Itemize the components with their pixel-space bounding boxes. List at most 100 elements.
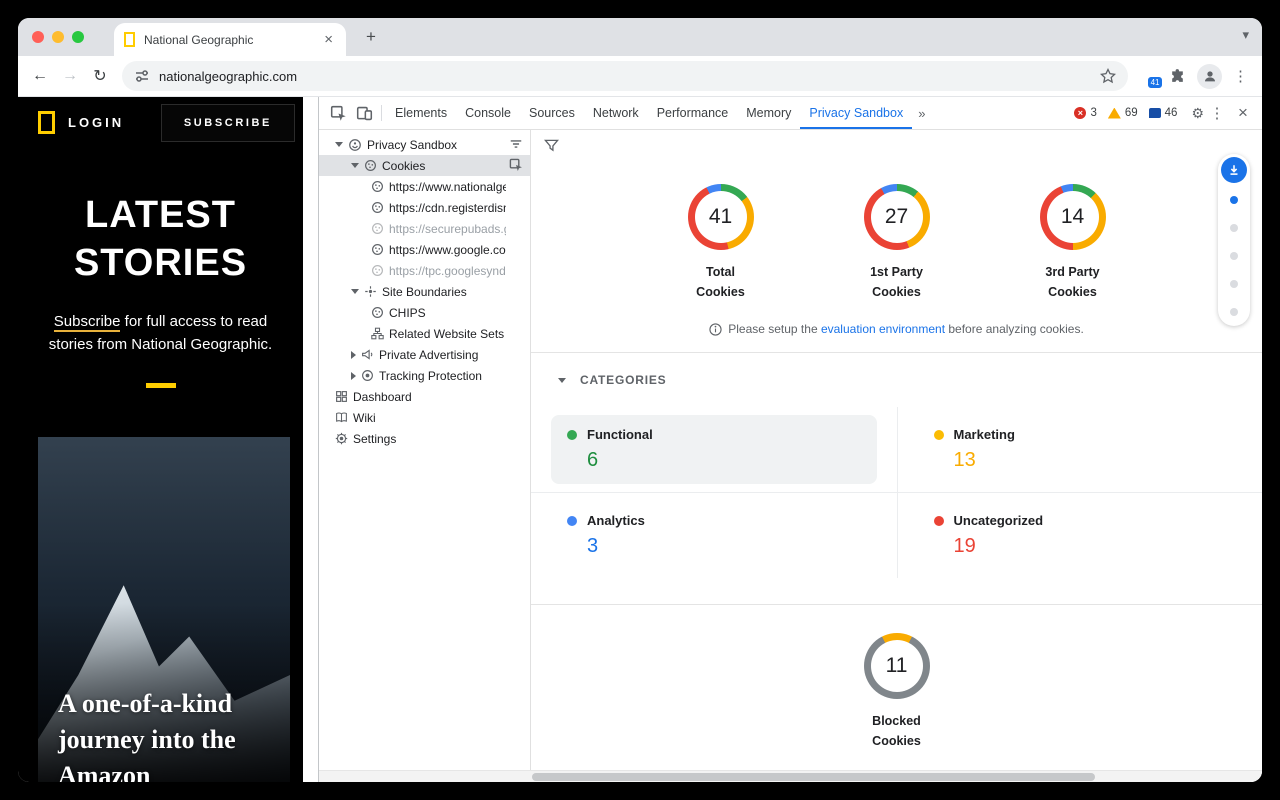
download-icon xyxy=(1227,163,1241,177)
url-bar[interactable]: nationalgeographic.com xyxy=(122,61,1128,91)
third-party-cookies-donut: 14 xyxy=(1040,184,1106,250)
tree-item-settings[interactable]: Settings xyxy=(319,428,530,449)
devtools-close-icon[interactable]: × xyxy=(1230,100,1256,126)
warnings-badge[interactable]: 69 xyxy=(1108,107,1138,119)
expand-arrow-icon[interactable] xyxy=(335,142,343,147)
evaluation-environment-link[interactable]: evaluation environment xyxy=(821,322,945,336)
natgeo-logo-icon[interactable] xyxy=(38,111,55,134)
category-analytics[interactable]: Analytics 3 xyxy=(531,493,897,578)
forward-button[interactable]: → xyxy=(56,62,84,90)
floating-nav xyxy=(1218,154,1250,326)
tree-item-url[interactable]: https://www.google.com xyxy=(319,239,530,260)
tree-item-url[interactable]: https://tpc.googlesyndic xyxy=(319,260,530,281)
devtools-menu-icon[interactable]: ⋮ xyxy=(1204,100,1230,126)
tab-search-chevron-icon[interactable]: ▾ xyxy=(1242,27,1249,43)
back-button[interactable]: ← xyxy=(26,62,54,90)
tree-item-dashboard[interactable]: Dashboard xyxy=(319,386,530,407)
minimize-window-button[interactable] xyxy=(52,31,64,43)
subscribe-button[interactable]: SUBSCRIBE xyxy=(161,104,295,142)
expand-arrow-icon[interactable] xyxy=(351,289,359,294)
cookie-icon xyxy=(371,222,384,235)
tab-close-icon[interactable]: × xyxy=(321,31,336,48)
tab-sources[interactable]: Sources xyxy=(520,97,584,129)
tracking-protection-icon xyxy=(361,369,374,382)
errors-badge[interactable]: × 3 xyxy=(1074,107,1096,119)
close-window-button[interactable] xyxy=(32,31,44,43)
tab-memory[interactable]: Memory xyxy=(737,97,800,129)
categories-section-header[interactable]: CATEGORIES xyxy=(531,353,1262,407)
section-dot[interactable] xyxy=(1230,252,1238,260)
extensions-puzzle-icon[interactable] xyxy=(1169,68,1186,85)
category-uncategorized[interactable]: Uncategorized 19 xyxy=(897,493,1263,578)
collapsed-arrow-icon[interactable] xyxy=(351,372,356,380)
error-icon: × xyxy=(1074,107,1086,119)
tree-item-url[interactable]: https://cdn.registerdisne xyxy=(319,197,530,218)
bookmark-star-icon[interactable] xyxy=(1100,68,1116,84)
reload-button[interactable]: ↻ xyxy=(86,62,114,90)
tree-item-related-website-sets[interactable]: Related Website Sets xyxy=(319,323,530,344)
third-party-cookies-stat: 14 3rd Party Cookies xyxy=(1014,184,1132,302)
tab-network[interactable]: Network xyxy=(584,97,648,129)
subscribe-link[interactable]: Subscribe xyxy=(54,313,121,332)
device-toolbar-icon[interactable] xyxy=(351,100,377,126)
site-boundaries-icon xyxy=(364,285,377,298)
new-tab-button[interactable]: + xyxy=(360,26,382,48)
story-title[interactable]: A one-of-a-kind journey into the Amazon xyxy=(58,686,236,782)
issues-badge[interactable]: 46 xyxy=(1149,107,1178,119)
tab-privacy-sandbox[interactable]: Privacy Sandbox xyxy=(800,97,912,129)
categories-collapse-icon[interactable] xyxy=(558,378,566,383)
site-header: LOGIN SUBSCRIBE xyxy=(18,97,303,148)
url-text[interactable]: nationalgeographic.com xyxy=(159,69,1091,84)
tree-item-url[interactable]: https://securepubads.g. xyxy=(319,218,530,239)
scrollbar-thumb[interactable] xyxy=(532,773,1095,781)
tree-item-tracking-protection[interactable]: Tracking Protection xyxy=(319,365,530,386)
filter-list-icon[interactable] xyxy=(509,137,523,151)
cookie-extension-icon[interactable]: 41 xyxy=(1138,66,1158,86)
profile-avatar[interactable] xyxy=(1197,64,1222,89)
promo-text: Subscribe for full access to read storie… xyxy=(34,310,288,357)
setup-info-text: Please setup the evaluation environment … xyxy=(728,322,1084,336)
tree-item-chips[interactable]: CHIPS xyxy=(319,302,530,323)
section-dot-active[interactable] xyxy=(1230,196,1238,204)
third-party-cookies-label: 3rd Party Cookies xyxy=(1045,262,1099,302)
category-functional[interactable]: Functional 6 xyxy=(531,407,897,493)
more-tabs-icon[interactable]: » xyxy=(912,106,931,121)
tree-item-privacy-sandbox[interactable]: Privacy Sandbox xyxy=(319,134,530,155)
tree-item-private-advertising[interactable]: Private Advertising xyxy=(319,344,530,365)
tab-strip: National Geographic × + ▾ xyxy=(18,18,1262,56)
inspect-cursor-icon[interactable] xyxy=(509,158,523,172)
section-dot[interactable] xyxy=(1230,224,1238,232)
zoom-window-button[interactable] xyxy=(72,31,84,43)
browser-menu-icon[interactable]: ⋮ xyxy=(1233,67,1248,85)
setup-info-banner: Please setup the evaluation environment … xyxy=(531,322,1262,336)
cookie-icon xyxy=(364,159,377,172)
tab-console[interactable]: Console xyxy=(456,97,520,129)
total-cookies-value: 41 xyxy=(709,205,732,229)
section-dot[interactable] xyxy=(1230,280,1238,288)
category-marketing[interactable]: Marketing 13 xyxy=(897,407,1263,493)
warning-icon xyxy=(1108,108,1121,119)
tree-item-wiki[interactable]: Wiki xyxy=(319,407,530,428)
first-party-cookies-stat: 27 1st Party Cookies xyxy=(838,184,956,302)
section-dot[interactable] xyxy=(1230,308,1238,316)
tab-elements[interactable]: Elements xyxy=(386,97,456,129)
tab-performance[interactable]: Performance xyxy=(648,97,738,129)
total-cookies-donut: 41 xyxy=(688,184,754,250)
third-party-cookies-value: 14 xyxy=(1061,205,1084,229)
login-button[interactable]: LOGIN xyxy=(68,115,124,130)
tree-item-cookies[interactable]: Cookies xyxy=(319,155,530,176)
browser-toolbar: ← → ↻ nationalgeographic.com 41 xyxy=(18,56,1262,97)
horizontal-scrollbar[interactable] xyxy=(319,770,1262,782)
marketing-count: 13 xyxy=(954,449,1227,472)
tree-item-url[interactable]: https://www.nationalgeo xyxy=(319,176,530,197)
inspect-element-icon[interactable] xyxy=(325,100,351,126)
expand-arrow-icon[interactable] xyxy=(351,163,359,168)
tree-item-site-boundaries[interactable]: Site Boundaries xyxy=(319,281,530,302)
site-info-icon[interactable] xyxy=(134,68,150,84)
collapsed-arrow-icon[interactable] xyxy=(351,351,356,359)
download-report-button[interactable] xyxy=(1221,157,1247,183)
browser-tab[interactable]: National Geographic × xyxy=(114,23,346,56)
page-scrollbar[interactable] xyxy=(303,97,318,782)
filter-funnel-icon[interactable] xyxy=(544,138,559,153)
devtools-settings-gear-icon[interactable]: ⚙ xyxy=(1191,105,1204,122)
